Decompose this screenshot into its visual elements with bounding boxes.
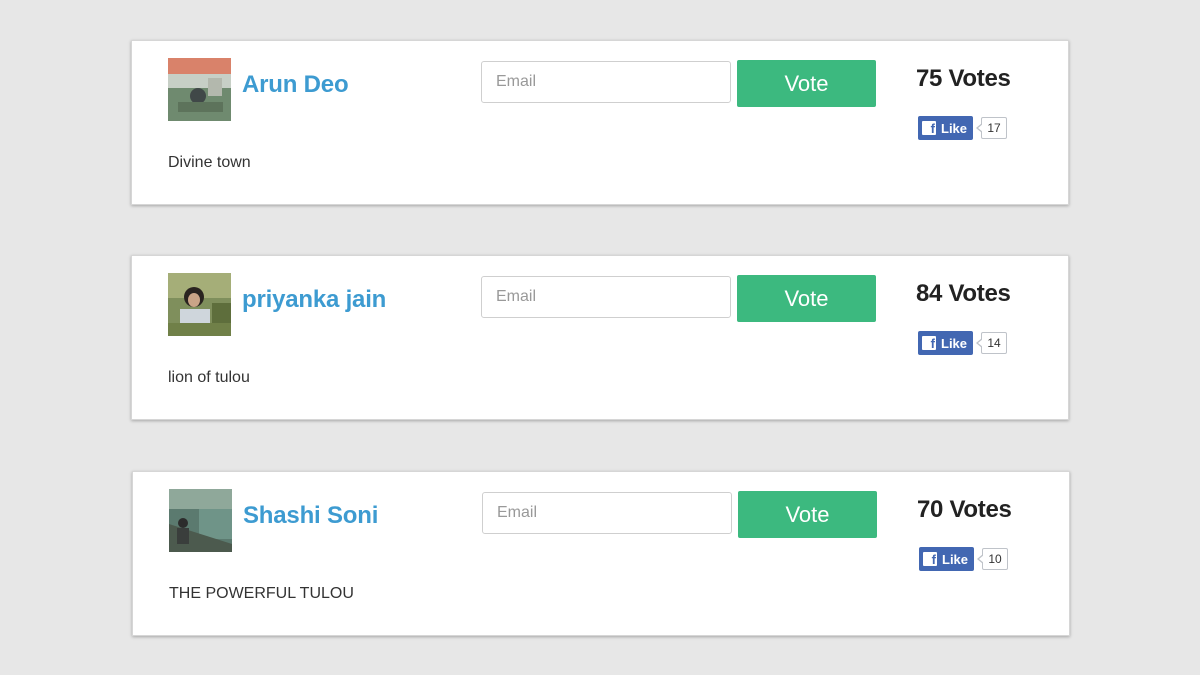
facebook-f-icon: f (923, 552, 937, 567)
vote-button[interactable]: Vote (737, 60, 876, 107)
contestant-photo[interactable] (169, 489, 232, 552)
like-count: 14 (976, 332, 1008, 354)
facebook-f-icon: f (922, 121, 936, 136)
vote-button[interactable]: Vote (738, 491, 877, 538)
like-count: 10 (977, 548, 1009, 570)
like-count: 17 (976, 117, 1008, 139)
like-label: Like (941, 120, 968, 136)
facebook-f-icon: f (922, 336, 936, 351)
facebook-like-button[interactable]: f Like (918, 331, 974, 355)
contestant-photo[interactable] (168, 58, 231, 121)
vote-button[interactable]: Vote (737, 275, 876, 322)
contestant-name-link[interactable]: priyanka jain (242, 286, 386, 314)
facebook-like-widget: f Like 14 (918, 331, 1008, 355)
vote-count: 75 Votes (916, 65, 1011, 92)
facebook-like-widget: f Like 10 (919, 547, 1009, 571)
contestant-card: Shashi Soni THE POWERFUL TULOU Vote 70 V… (132, 471, 1070, 636)
like-label: Like (941, 335, 968, 351)
email-input[interactable] (481, 61, 731, 103)
contestant-description: lion of tulou (168, 369, 250, 386)
facebook-like-button[interactable]: f Like (918, 116, 974, 140)
facebook-like-button[interactable]: f Like (919, 547, 975, 571)
contestant-description: Divine town (168, 154, 251, 171)
contestant-card: Arun Deo Divine town Vote 75 Votes f Lik… (131, 40, 1069, 205)
facebook-like-widget: f Like 17 (918, 116, 1008, 140)
contestant-name-link[interactable]: Arun Deo (242, 71, 349, 99)
contestant-description: THE POWERFUL TULOU (169, 585, 354, 602)
like-label: Like (942, 551, 969, 567)
contestant-photo[interactable] (168, 273, 231, 336)
contestant-card: priyanka jain lion of tulou Vote 84 Vote… (131, 255, 1069, 420)
contestant-name-link[interactable]: Shashi Soni (243, 502, 378, 530)
vote-count: 84 Votes (916, 280, 1011, 307)
email-input[interactable] (481, 276, 731, 318)
vote-count: 70 Votes (917, 496, 1012, 523)
email-input[interactable] (482, 492, 732, 534)
